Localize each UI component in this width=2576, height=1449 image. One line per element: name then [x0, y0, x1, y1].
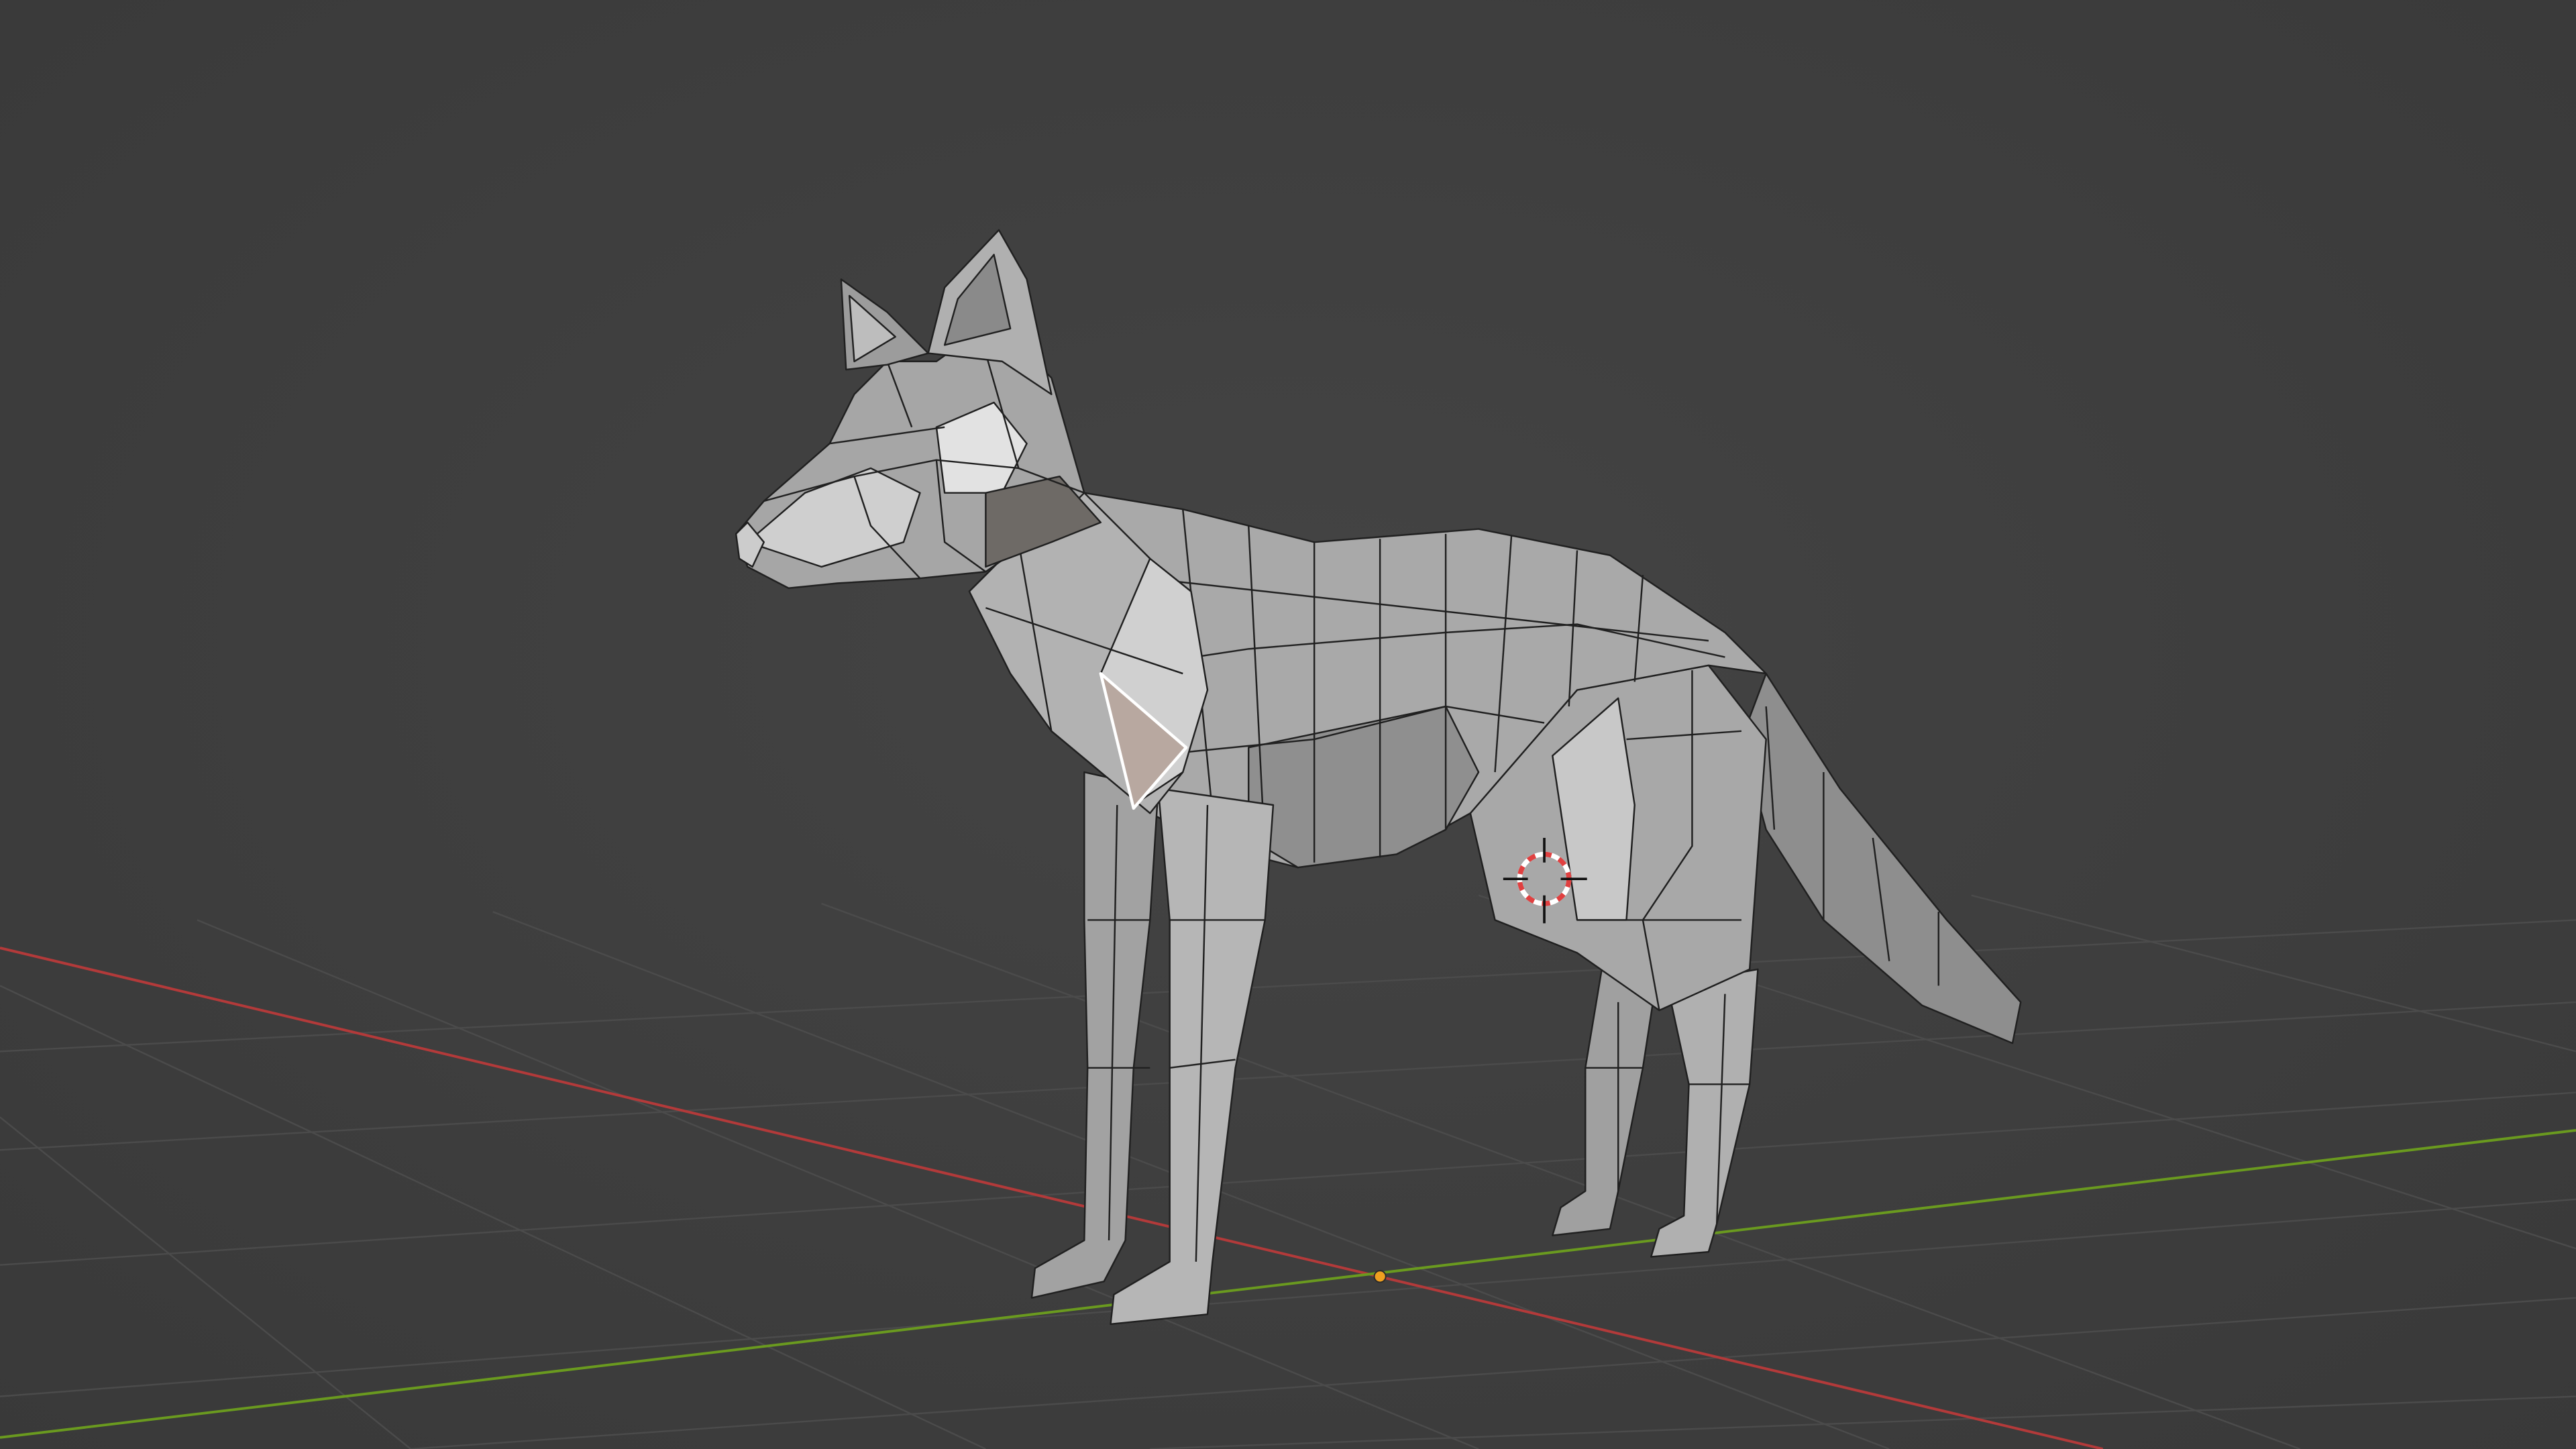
viewport-canvas[interactable] — [0, 0, 2576, 1449]
floor-grid — [0, 894, 2576, 1449]
back-leg-near — [1650, 968, 1759, 1258]
3d-viewport[interactable] — [0, 0, 2576, 1449]
back-leg-far — [1552, 960, 1660, 1236]
x-axis-line — [0, 947, 2104, 1449]
object-origin-dot[interactable] — [1373, 1270, 1387, 1283]
wolf-mesh[interactable] — [735, 229, 2022, 1326]
y-axis-line — [0, 1128, 2576, 1439]
tail — [1740, 672, 2022, 1044]
